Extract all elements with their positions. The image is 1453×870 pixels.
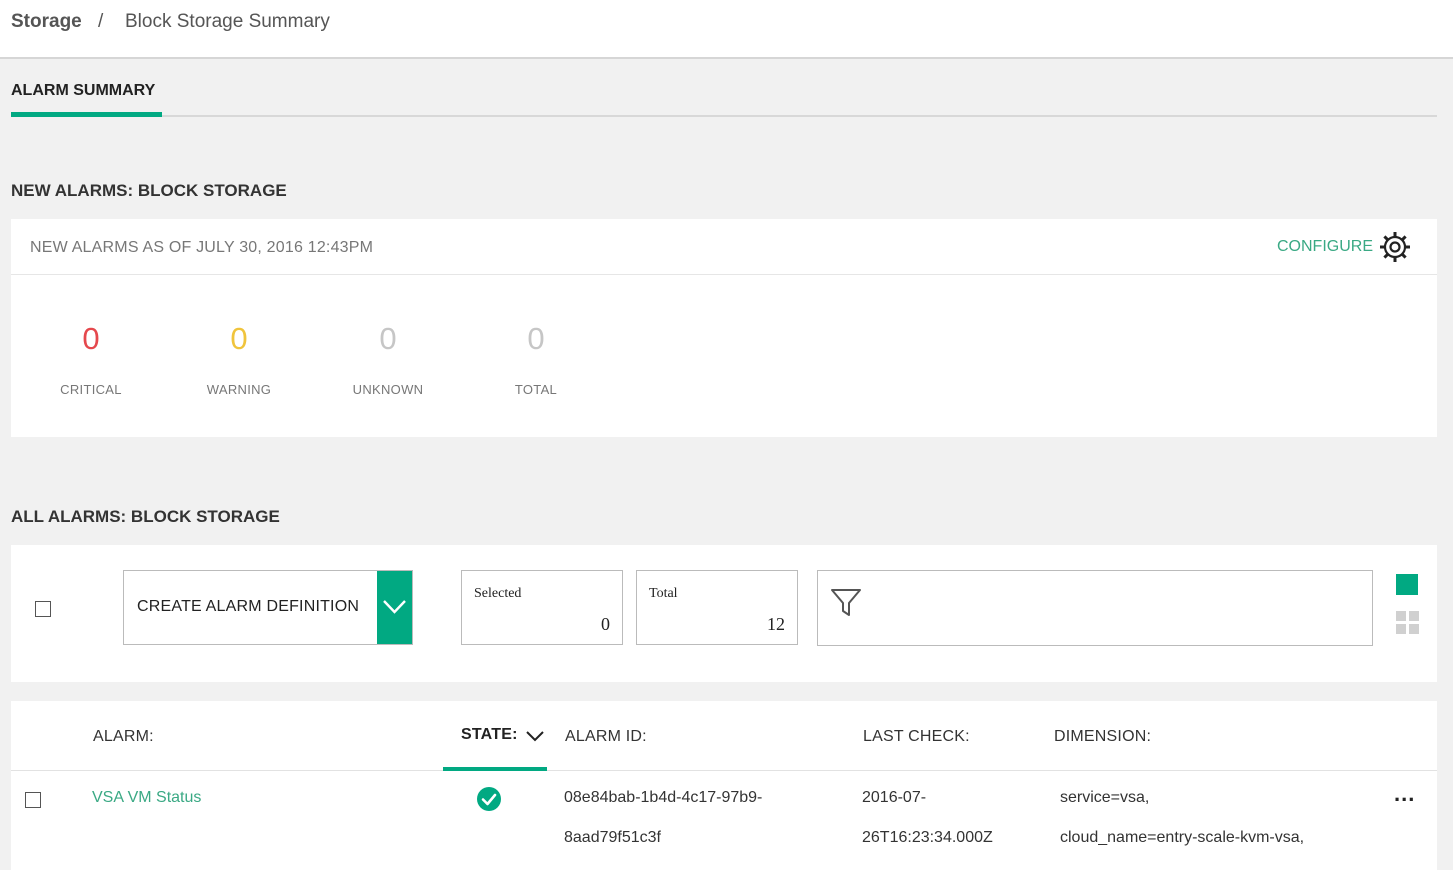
selected-label: Selected [474,586,522,601]
counter-warning-label: WARNING [206,382,272,397]
column-last-check[interactable]: LAST CHECK: [863,728,970,746]
sort-chevron-down-icon[interactable] [525,727,545,745]
counter-critical-value: 0 [82,321,100,356]
create-dropdown-toggle[interactable] [377,571,412,644]
configure-link[interactable]: CONFIGURE [1277,238,1373,256]
select-all-checkbox[interactable] [35,601,51,617]
counter-critical-label: CRITICAL [60,382,122,397]
selected-count-box: Selected 0 [461,570,623,645]
breadcrumb-storage[interactable]: Storage [11,11,82,33]
alarms-toolbar: CREATE ALARM DEFINITION Selected 0 Total… [11,545,1437,682]
counter-warning[interactable]: 0 WARNING [169,323,309,397]
alarm-name-link[interactable]: VSA VM Status [92,789,201,807]
filter-icon[interactable] [830,587,862,619]
chevron-down-icon [383,600,406,614]
new-alarms-timestamp: NEW ALARMS AS OF JULY 30, 2016 12:43PM [30,239,374,256]
selected-value: 0 [601,614,610,634]
tab-alarm-summary[interactable]: ALARM SUMMARY [11,82,155,100]
breadcrumb-current: Block Storage Summary [125,11,330,32]
total-label: Total [649,586,678,601]
alarms-table: ALARM: STATE: ALARM ID: LAST CHECK: DIME… [11,701,1437,870]
sort-indicator [443,767,547,771]
tab-bar-line [11,115,1437,117]
dimension-line2: cloud_name=entry-scale-kvm-vsa, [1060,829,1305,846]
list-view-icon[interactable] [1396,574,1418,595]
counter-unknown[interactable]: 0 UNKNOWN [318,323,458,397]
last-check-line2: 26T16:23:34.000Z [862,829,993,846]
counter-unknown-value: 0 [379,321,397,356]
column-alarm[interactable]: ALARM: [93,728,154,746]
alarm-id-line1: 08e84bab-1b4d-4c17-97b9- [564,789,763,806]
row-more-actions[interactable]: ... [1394,781,1415,807]
tab-active-indicator [11,112,162,117]
breadcrumb-separator: / [98,11,104,32]
counter-unknown-label: UNKNOWN [352,382,424,397]
new-alarms-header: NEW ALARMS AS OF JULY 30, 2016 12:43PM C… [11,219,1437,275]
counter-total[interactable]: 0 TOTAL [466,323,606,397]
gear-icon[interactable] [1379,231,1411,263]
total-count-box: Total 12 [636,570,798,645]
table-header: ALARM: STATE: ALARM ID: LAST CHECK: DIME… [11,701,1437,771]
all-alarms-title: ALL ALARMS: BLOCK STORAGE [11,507,280,526]
top-bar: Storage / Block Storage Summary [0,0,1453,59]
filter-input[interactable] [817,570,1373,646]
counter-warning-value: 0 [230,321,248,356]
new-alarms-panel: NEW ALARMS AS OF JULY 30, 2016 12:43PM C… [11,219,1437,437]
dimension-line1: service=vsa, [1060,789,1150,806]
last-check-line1: 2016-07- [862,789,927,806]
column-alarm-id[interactable]: ALARM ID: [565,728,647,746]
row-checkbox[interactable] [25,792,41,808]
counter-total-value: 0 [527,321,545,356]
create-alarm-definition-label: CREATE ALARM DEFINITION [137,598,360,615]
counter-total-label: TOTAL [514,382,558,397]
grid-view-icon[interactable] [1396,611,1420,635]
new-alarms-title: NEW ALARMS: BLOCK STORAGE [11,181,287,200]
counter-critical[interactable]: 0 CRITICAL [21,323,161,397]
alarm-id-line2: 8aad79f51c3f [564,829,661,846]
total-value: 12 [767,614,785,634]
column-state[interactable]: STATE: [461,726,518,744]
column-dimension[interactable]: DIMENSION: [1054,728,1151,746]
create-alarm-definition-button[interactable]: CREATE ALARM DEFINITION [123,570,413,645]
state-ok-icon [477,787,501,811]
